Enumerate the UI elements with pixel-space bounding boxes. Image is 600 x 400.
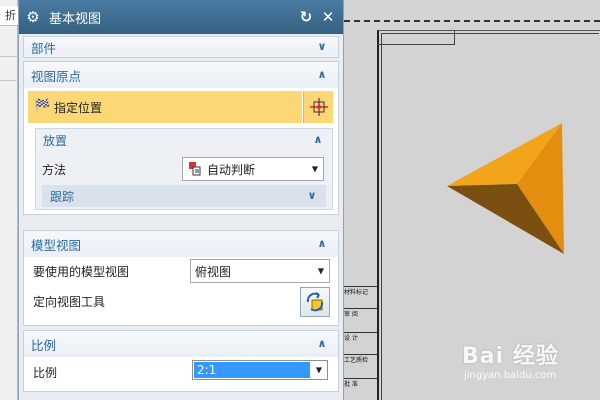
- part-group-header[interactable]: 部件 ∨: [24, 37, 338, 57]
- reset-icon[interactable]: ↻: [297, 8, 315, 26]
- dropdown-arrow-icon: ▼: [311, 164, 318, 174]
- chevron-up-icon[interactable]: ∧: [316, 238, 328, 250]
- model-view-select[interactable]: 俯视图 ▼: [190, 259, 330, 283]
- chevron-up-icon[interactable]: ∧: [316, 69, 328, 81]
- left-strip-corner-text: 折: [0, 6, 18, 26]
- sheet-tab-box: [377, 30, 455, 45]
- model-view-group: 模型视图 ∧ 要使用的模型视图 俯视图 ▼ 定向视图工具: [23, 230, 339, 326]
- view-origin-header[interactable]: 视图原点 ∧: [24, 62, 338, 88]
- model-view-title: 模型视图: [31, 237, 82, 253]
- view-origin-group: 视图原点 ∧ 🏁 指定位置 放置 ∧ 方法 自动判断 ▼ 跟踪 ∨: [23, 61, 339, 215]
- close-icon[interactable]: ✕: [319, 8, 337, 26]
- chevron-down-icon[interactable]: ∨: [316, 41, 328, 53]
- model-view-use-label: 要使用的模型视图: [33, 264, 130, 279]
- dashed-border-line: [344, 20, 600, 22]
- model-view-use-row: 要使用的模型视图: [33, 262, 129, 280]
- part-group-title: 部件: [31, 40, 57, 56]
- scale-header[interactable]: 比例 ∧: [24, 331, 338, 357]
- dropdown-arrow-icon: ▼: [315, 365, 322, 375]
- scale-label: 比例: [33, 365, 58, 380]
- pyramid-model[interactable]: [444, 118, 568, 258]
- orient-view-tool-label: 定向视图工具: [33, 294, 106, 309]
- specify-location-row[interactable]: 🏁 指定位置: [28, 91, 302, 123]
- method-select[interactable]: 自动判断 ▼: [182, 157, 324, 181]
- placement-title: 放置: [43, 133, 68, 148]
- model-view-header[interactable]: 模型视图 ∧: [24, 231, 338, 257]
- title-block-row: 批 准: [344, 378, 378, 390]
- dropdown-arrow-icon: ▼: [317, 266, 324, 276]
- baidu-jingyan-watermark: Bai 经验 jingyan.baidu.com: [462, 338, 600, 398]
- view-origin-title: 视图原点: [31, 68, 82, 84]
- checkered-flag-icon: 🏁: [34, 99, 51, 114]
- chevron-down-icon[interactable]: ∨: [306, 190, 318, 202]
- part-group: 部件 ∨: [23, 36, 339, 58]
- divider: [0, 80, 18, 81]
- watermark-url-text: jingyan.baidu.com: [464, 370, 557, 381]
- divider: [0, 56, 18, 57]
- scale-row: 比例: [33, 363, 57, 381]
- method-value: 自动判断: [207, 162, 256, 177]
- point-dialog-button[interactable]: [303, 91, 333, 123]
- auto-infer-icon: [189, 162, 201, 176]
- method-label: 方法: [42, 162, 67, 177]
- orient-view-tool-row: 定向视图工具: [33, 292, 105, 310]
- gear-icon[interactable]: ⚙: [25, 9, 41, 25]
- method-row: 方法: [42, 159, 66, 179]
- dialog-titlebar[interactable]: ⚙ 基本视图 ↻ ✕: [19, 0, 343, 34]
- base-view-dialog: ⚙ 基本视图 ↻ ✕ 部件 ∨ 视图原点 ∧ 🏁 指定位置 放置 ∧ 方法 自动…: [18, 0, 344, 400]
- chevron-up-icon[interactable]: ∧: [312, 134, 324, 146]
- title-block-row: 材料标记: [344, 286, 378, 298]
- placement-subgroup: 放置 ∧ 方法 自动判断 ▼ 跟踪 ∨: [35, 128, 333, 210]
- title-block-strip: 材料标记 审 阅 设 计 工艺质检 批 准: [344, 282, 378, 400]
- scale-group: 比例 ∧ 比例 2:1 ▼: [23, 330, 339, 392]
- specify-location-label: 指定位置: [54, 100, 103, 115]
- chevron-up-icon[interactable]: ∧: [316, 338, 328, 350]
- orient-view-icon: [306, 292, 324, 312]
- left-panel-strip: 折: [0, 0, 18, 400]
- placement-header[interactable]: 放置 ∧: [36, 129, 332, 151]
- point-picker-icon: [309, 98, 328, 116]
- model-view-value: 俯视图: [195, 264, 232, 279]
- scale-select[interactable]: 2:1 ▼: [192, 360, 328, 380]
- title-block-row: 工艺质检: [344, 354, 378, 366]
- orient-view-tool-button[interactable]: [300, 287, 330, 317]
- title-block-row: 审 阅: [344, 308, 378, 320]
- title-block-row: 设 计: [344, 332, 378, 344]
- tracking-title: 跟踪: [50, 189, 75, 204]
- scale-title: 比例: [31, 337, 57, 353]
- dialog-title: 基本视图: [49, 11, 102, 27]
- scale-value: 2:1: [194, 362, 310, 378]
- tracking-subgroup-header[interactable]: 跟踪 ∨: [42, 185, 326, 207]
- watermark-main-text: Bai 经验: [462, 344, 559, 369]
